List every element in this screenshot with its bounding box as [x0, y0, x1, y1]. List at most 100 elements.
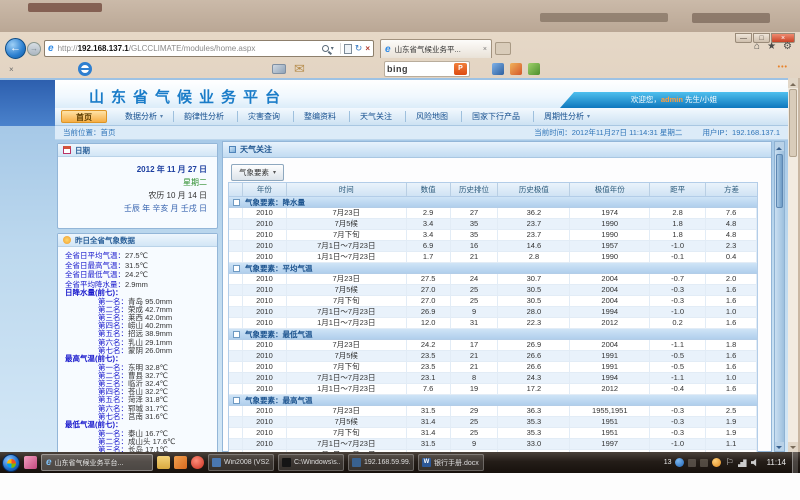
taskbar-clock[interactable]: 11:14 — [767, 458, 786, 467]
browser-tab[interactable]: e 山东省气候业务平... × — [380, 39, 492, 58]
table-row: 2010 7月23日 2.9 27 36.2 1974 2.8 7.6 — [229, 208, 757, 219]
favorites-star-icon[interactable]: ★ — [767, 41, 776, 52]
background-window-artifact — [692, 13, 770, 23]
bing-search-box[interactable]: bing P — [384, 61, 470, 77]
cell-variance: 1.0 — [706, 373, 757, 383]
group-header-row[interactable]: 气象要素：平均气温 — [229, 263, 757, 274]
cell-year: 2010 — [243, 285, 287, 295]
group-checkbox[interactable] — [233, 397, 240, 404]
scrollbar-thumb[interactable] — [776, 154, 783, 208]
overflow-dots-icon[interactable]: ••• — [778, 64, 788, 71]
search-icon[interactable] — [322, 45, 329, 52]
toolbar-app-icon[interactable] — [528, 63, 540, 75]
cell-extreme-year: 2004 — [570, 274, 650, 284]
menu-item[interactable]: 周期性分析 ▾ — [533, 111, 600, 122]
scroll-down-icon[interactable] — [775, 442, 784, 451]
explorer-folder-icon[interactable] — [157, 456, 170, 469]
group-header-row[interactable]: 气象要素：最高气温 — [229, 395, 757, 406]
cell-period: 7月5候 — [287, 285, 407, 295]
home-icon[interactable]: ⌂ — [754, 41, 760, 52]
pinned-app-icon[interactable] — [191, 456, 204, 469]
cell-extreme-year: 1994 — [570, 307, 650, 317]
tray-app-icon[interactable] — [675, 458, 684, 467]
group-header-row[interactable]: 气象要素：最低气温 — [229, 329, 757, 340]
screen: — □ × ← → e http://192.168.137.1/GLCCLIM… — [0, 0, 800, 500]
volume-icon[interactable] — [751, 458, 760, 467]
cell-extreme: 33.0 — [498, 439, 570, 449]
new-tab-button[interactable] — [495, 42, 511, 55]
card-icon[interactable] — [272, 64, 286, 74]
row-spacer — [229, 252, 243, 262]
action-center-flag-icon[interactable]: ⚐ — [725, 457, 733, 468]
menu-item[interactable]: 数据分析 ▾ — [115, 111, 173, 122]
close-toolbar-icon[interactable]: × — [9, 65, 14, 74]
menu-item[interactable]: 风险地图 — [405, 111, 461, 122]
tray-app-icon[interactable] — [700, 459, 708, 467]
compatibility-view-icon[interactable] — [344, 44, 352, 54]
cell-extreme: 22.3 — [498, 318, 570, 328]
element-filter-button[interactable]: 气象要素 ▾ — [231, 164, 284, 181]
tools-gear-icon[interactable]: ⚙ — [783, 41, 792, 52]
taskbar-button[interactable]: W 银行手册.docx -... — [418, 454, 484, 471]
cell-value: 1.7 — [407, 252, 451, 262]
scrollbar-thumb[interactable] — [789, 89, 797, 157]
cell-extreme-year: 1974 — [570, 208, 650, 218]
stat-value: 31.5℃ — [125, 261, 148, 270]
cell-year: 2010 — [243, 230, 287, 240]
cell-anomaly: -0.3 — [650, 406, 706, 416]
status-bar: 当前位置：首页 当前时间：2012年11月27日 11:14:31 星期二 用户… — [55, 126, 788, 140]
toolbar-app-icon[interactable] — [510, 63, 522, 75]
tray-app-icon[interactable] — [688, 459, 696, 467]
menu-item[interactable]: 灾害查询 — [237, 111, 293, 122]
taskbar-ie-button[interactable]: e 山东省气候业务平台... — [41, 454, 153, 471]
address-bar[interactable]: e http://192.168.137.1/GLCCLIMATE/module… — [44, 40, 374, 57]
forward-button[interactable]: → — [27, 42, 41, 56]
menu-item[interactable]: 整编资料 — [293, 111, 349, 122]
stop-icon[interactable]: × — [365, 44, 370, 53]
back-button[interactable]: ← — [5, 38, 26, 59]
bing-search-button[interactable]: P — [454, 63, 467, 75]
toolbar-app-icon[interactable] — [492, 63, 504, 75]
search-dropdown-icon[interactable]: ▾ — [331, 45, 334, 52]
tray-app-icon[interactable] — [712, 458, 721, 467]
ie-favicon-icon: e — [385, 44, 391, 55]
taskbar-button[interactable]: Win2008 (VS2... — [208, 454, 274, 471]
bing-logo: bing — [387, 64, 408, 74]
cell-value: 27.0 — [407, 296, 451, 306]
start-button[interactable] — [2, 454, 20, 472]
panel-title: 天气关注 — [240, 144, 272, 155]
menu-item-label: 数据分析 — [125, 111, 157, 122]
taskbar-button[interactable]: 192.168.59.99... — [348, 454, 414, 471]
navigation-bar: ← → e http://192.168.137.1/GLCCLIMATE/mo… — [0, 39, 800, 59]
cell-rank: 35 — [451, 219, 499, 229]
pinned-app-icon[interactable] — [24, 456, 37, 469]
cell-anomaly: -1.1 — [650, 373, 706, 383]
group-header-row[interactable]: 气象要素：降水量 — [229, 197, 757, 208]
cell-anomaly: -0.1 — [650, 252, 706, 262]
scroll-up-icon[interactable] — [775, 142, 784, 151]
taskbar-button[interactable]: C:\Windows\s... — [278, 454, 344, 471]
group-checkbox[interactable] — [233, 199, 240, 206]
addon-logo-icon[interactable] — [78, 62, 92, 76]
table-row: 2010 7月1日～7月23日 31.5 9 33.0 1997 -1.0 1.… — [229, 439, 757, 450]
network-icon[interactable] — [738, 458, 747, 467]
tray-badge[interactable]: 13 — [664, 459, 672, 466]
cell-period: 1月1日～7月23日 — [287, 384, 407, 394]
group-checkbox[interactable] — [233, 331, 240, 338]
show-desktop-button[interactable] — [792, 452, 798, 473]
rank-value: 蒙阴 26.0mm — [128, 346, 172, 355]
scroll-up-button[interactable] — [788, 78, 798, 88]
menu-item[interactable]: 韵律性分析 — [173, 111, 237, 122]
mail-icon[interactable]: ✉ — [294, 61, 305, 77]
pinned-app-icon[interactable] — [174, 456, 187, 469]
tab-close-icon[interactable]: × — [483, 46, 487, 53]
menu-item-home[interactable]: 首页 — [61, 110, 107, 123]
cell-year: 2010 — [243, 373, 287, 383]
menu-item[interactable]: 天气关注 — [349, 111, 405, 122]
group-checkbox[interactable] — [233, 265, 240, 272]
refresh-icon[interactable]: ↻ — [355, 43, 363, 54]
cell-rank: 9 — [451, 307, 499, 317]
scroll-down-button[interactable] — [788, 442, 798, 452]
stat-line: 全省日平均气温：27.5℃ — [58, 251, 217, 261]
menu-item[interactable]: 国家下行产品 — [461, 111, 533, 122]
